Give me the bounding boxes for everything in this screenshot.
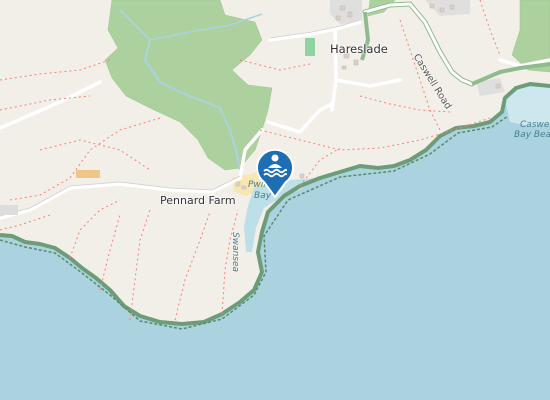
bay-label-caswell-2: Bay Bea — [514, 130, 550, 140]
swimming-icon — [256, 148, 294, 198]
place-label-pennard-farm: Pennard Farm — [160, 194, 236, 207]
location-marker[interactable] — [255, 146, 295, 198]
water-label-swansea: Swansea — [230, 232, 240, 273]
allotment-patch — [76, 170, 100, 178]
place-label-hareslade: Hareslade — [330, 42, 388, 56]
sports-pitch — [305, 38, 315, 56]
map-layer — [0, 0, 550, 400]
map-canvas[interactable]: Hareslade Pennard Farm Caswell Road Casw… — [0, 0, 550, 400]
bay-label-caswell: Caswell — [520, 120, 550, 130]
farm-yard — [0, 205, 18, 215]
